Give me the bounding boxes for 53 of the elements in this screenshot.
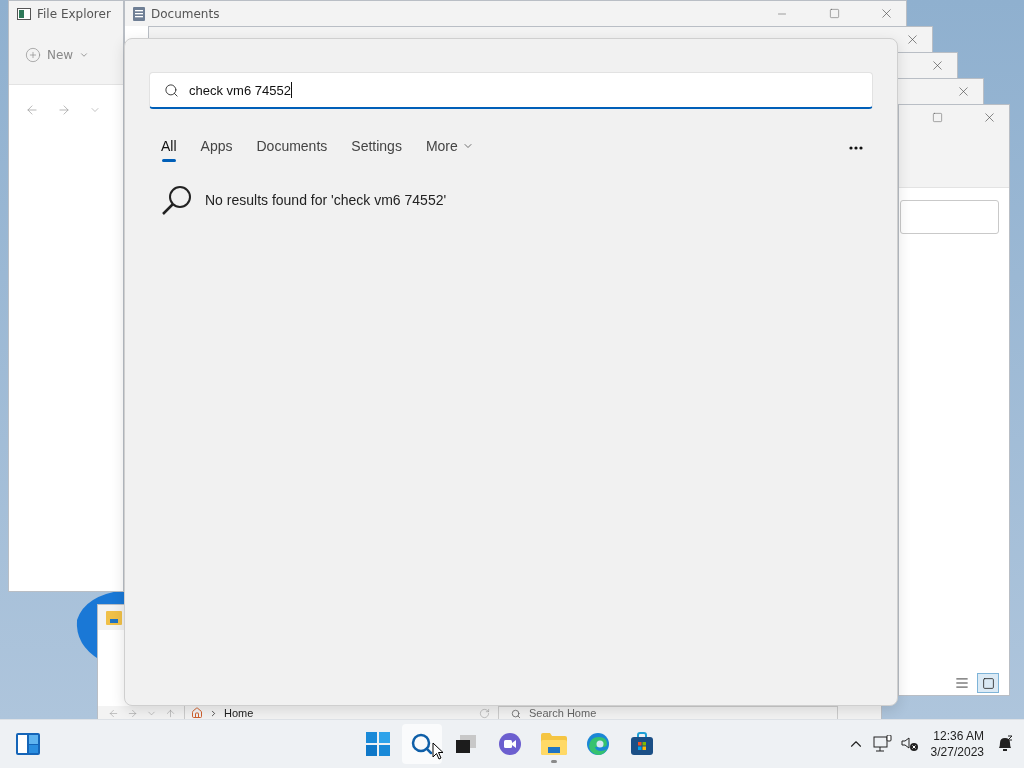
- search-icon: [164, 82, 179, 98]
- task-view-icon: [456, 735, 476, 753]
- back-icon: [25, 103, 39, 117]
- folder-icon: [541, 733, 567, 755]
- search-placeholder: Search Home: [529, 707, 597, 719]
- forward-icon: [127, 707, 138, 719]
- video-chat-icon: [497, 732, 523, 756]
- plus-icon: [25, 47, 41, 63]
- breadcrumb-item[interactable]: Home: [224, 706, 254, 719]
- text-cursor: [290, 82, 292, 98]
- network-icon[interactable]: [872, 735, 893, 753]
- window-title: Documents: [151, 6, 220, 21]
- no-results-message: No results found for 'check vm6 74552': [205, 192, 447, 208]
- search-field[interactable]: check vm6 74552: [149, 72, 873, 109]
- widgets-icon: [16, 733, 40, 755]
- up-button[interactable]: [165, 707, 176, 719]
- chevron-icon: [209, 708, 218, 718]
- forward-button[interactable]: [127, 707, 138, 719]
- windows-logo-icon: [366, 732, 390, 756]
- up-icon: [165, 707, 176, 719]
- caret-icon: [79, 50, 90, 60]
- tiles-view-button[interactable]: [977, 673, 999, 693]
- search-query: check vm6 74552: [189, 82, 291, 98]
- list-icon: [955, 676, 969, 690]
- filter-tab[interactable]: Settings: [351, 134, 402, 162]
- volume-muted-icon[interactable]: [900, 736, 919, 752]
- search-icon: [161, 184, 193, 216]
- search-icon: [410, 732, 434, 756]
- window-title: File Explorer: [37, 6, 111, 21]
- back-icon: [108, 707, 119, 719]
- more-options-button[interactable]: [847, 144, 865, 152]
- filter-tab[interactable]: Apps: [200, 134, 233, 162]
- square-icon: [981, 676, 995, 690]
- refresh-icon: [479, 707, 490, 719]
- forward-icon: [57, 103, 71, 117]
- store-bag-icon: [630, 732, 654, 756]
- maximize-icon: [931, 112, 943, 123]
- browser-icon: [586, 732, 610, 756]
- home-icon: [191, 707, 203, 719]
- filter-tab[interactable]: Documents: [256, 134, 328, 162]
- search-icon: [511, 708, 521, 719]
- input-field[interactable]: [900, 200, 999, 234]
- mouse-pointer-icon: [432, 742, 444, 760]
- maximize-icon: [828, 8, 840, 19]
- filter-tab[interactable]: All: [161, 134, 177, 162]
- refresh-button[interactable]: [479, 707, 490, 719]
- filter-tab[interactable]: More: [425, 134, 474, 162]
- document-icon: [133, 6, 145, 21]
- more-icon: [849, 146, 863, 150]
- notification-bell-icon[interactable]: [996, 735, 1014, 753]
- app-window-icon: [17, 7, 31, 20]
- folder-icon: [106, 610, 122, 625]
- clock[interactable]: 12:36 AM 3/27/2023: [926, 728, 988, 760]
